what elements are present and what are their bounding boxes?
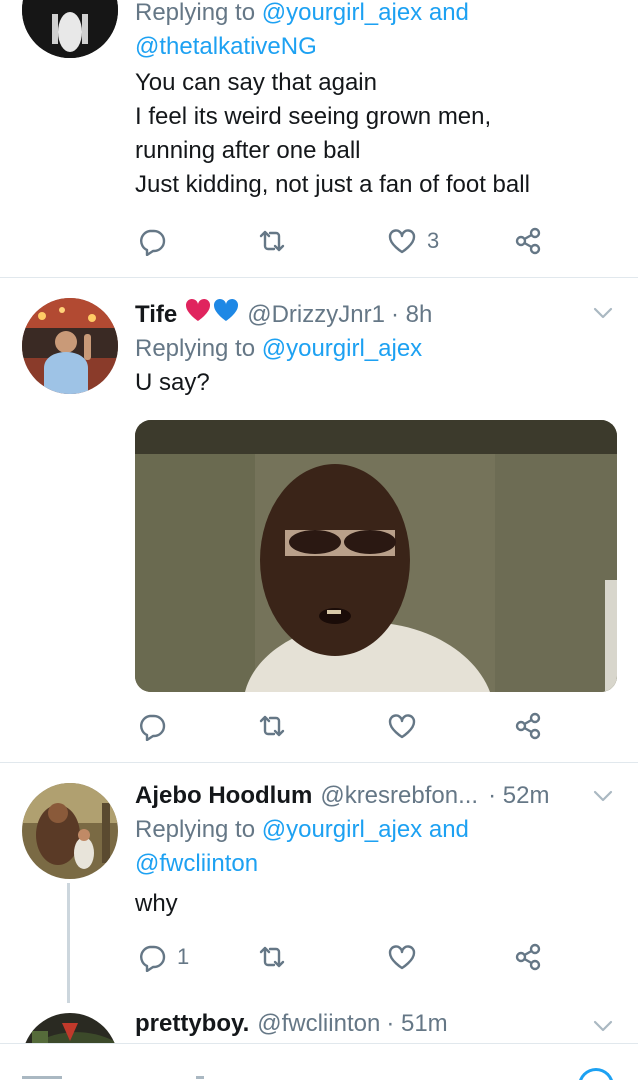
retweet-icon	[259, 715, 285, 737]
tweet-card[interactable]: Replying to @yourgirl_ajex and @thetalka…	[0, 0, 638, 278]
mention-link[interactable]: @yourgirl_ajex	[262, 816, 422, 843]
like-button[interactable]: 3	[387, 224, 439, 258]
blue-heart-emoji	[213, 298, 239, 322]
chevron-down-icon	[593, 307, 613, 319]
compose-bar-hint	[22, 1076, 62, 1079]
share-button[interactable]	[513, 940, 543, 974]
tweet-card[interactable]: prettyboy. @fwcliinton · 51m	[0, 1003, 638, 1043]
retweet-button[interactable]	[257, 940, 287, 974]
share-button[interactable]	[513, 709, 543, 743]
tweet-text-line: running after one ball	[135, 137, 361, 164]
mention-link[interactable]: @thetalkativeNG	[135, 30, 618, 64]
timestamp[interactable]: · 52m	[488, 779, 549, 813]
share-icon	[515, 712, 541, 740]
like-count: 3	[427, 228, 440, 253]
reply-icon	[140, 945, 166, 972]
avatar[interactable]	[22, 1013, 118, 1043]
replying-to: Replying to @yourgirl_ajex and	[135, 0, 618, 30]
like-button[interactable]	[387, 709, 417, 743]
heart-icon	[388, 945, 416, 970]
tweet-content: Replying to @yourgirl_ajex and @thetalka…	[135, 0, 618, 202]
avatar[interactable]	[22, 298, 118, 394]
timestamp[interactable]: · 8h	[391, 298, 432, 332]
username[interactable]: @DrizzyJnr1	[247, 298, 385, 332]
reply-prefix: Replying to	[135, 0, 256, 26]
heart-icon	[388, 714, 416, 739]
share-icon	[515, 227, 541, 255]
reply-icon	[140, 229, 166, 256]
thread-line	[67, 883, 70, 1003]
display-name[interactable]: Tife	[135, 298, 177, 332]
tweet-header: Tife @DrizzyJnr1 · 8h	[135, 298, 618, 332]
chevron-down-icon	[593, 790, 613, 802]
tweet-content: prettyboy. @fwcliinton · 51m	[135, 1007, 618, 1041]
retweet-button[interactable]	[257, 709, 287, 743]
tweet-content: Tife @DrizzyJnr1 · 8h Replying to @yourg…	[135, 298, 618, 400]
share-button[interactable]	[513, 224, 543, 258]
username[interactable]: @kresrebfon...	[320, 779, 478, 813]
avatar[interactable]	[22, 0, 118, 58]
retweet-icon	[259, 946, 285, 968]
display-name[interactable]: prettyboy.	[135, 1007, 249, 1041]
reply-button[interactable]: 1	[137, 940, 189, 974]
reply-and: and	[428, 0, 469, 26]
tweet-text-line: why	[135, 890, 178, 917]
more-button[interactable]	[592, 785, 614, 807]
tweet-text-line: U say?	[135, 369, 210, 396]
tweet-card[interactable]: Tife @DrizzyJnr1 · 8h Replying to @yourg…	[0, 278, 638, 762]
replying-to: Replying to @yourgirl_ajex and	[135, 813, 618, 847]
tweet-card[interactable]: Ajebo Hoodlum @kresrebfon... · 52m Reply…	[0, 763, 638, 1003]
reply-prefix: Replying to	[135, 816, 256, 843]
gif-button[interactable]	[578, 1068, 614, 1080]
more-button[interactable]	[592, 302, 614, 324]
timestamp[interactable]: · 51m	[386, 1007, 447, 1041]
reply-prefix: Replying to	[135, 335, 256, 362]
bottom-bar	[0, 1043, 638, 1080]
media-image[interactable]	[135, 420, 617, 692]
mention-link[interactable]: @fwcliinton	[135, 847, 618, 881]
mention-link[interactable]: @yourgirl_ajex	[262, 335, 422, 362]
avatar[interactable]	[22, 783, 118, 879]
more-button[interactable]	[592, 1015, 614, 1037]
tweet-actions	[135, 709, 565, 743]
tweet-text-line: I feel its weird seeing grown men,	[135, 103, 492, 130]
chevron-down-icon	[593, 1020, 613, 1032]
tweet-content: Ajebo Hoodlum @kresrebfon... · 52m Reply…	[135, 779, 618, 921]
tweet-actions: 3	[135, 224, 565, 258]
reply-button[interactable]	[137, 224, 167, 258]
tweet-text-line: Just kidding, not just a fan of foot bal…	[135, 171, 530, 198]
username[interactable]: @fwcliinton	[257, 1007, 380, 1041]
red-heart-emoji	[185, 298, 211, 322]
mention-link[interactable]: @yourgirl_ajex	[262, 0, 422, 26]
replying-to: Replying to @yourgirl_ajex	[135, 332, 618, 366]
reply-icon	[140, 714, 166, 741]
reply-count: 1	[177, 944, 190, 969]
share-icon	[515, 943, 541, 971]
heart-icon	[388, 229, 416, 254]
tweet-actions: 1	[135, 940, 565, 974]
retweet-button[interactable]	[257, 224, 287, 258]
compose-bar-dot	[196, 1076, 204, 1079]
display-name[interactable]: Ajebo Hoodlum	[135, 779, 312, 813]
tweet-header: prettyboy. @fwcliinton · 51m	[135, 1007, 618, 1041]
like-button[interactable]	[387, 940, 417, 974]
tweet-text-line: You can say that again	[135, 69, 377, 96]
tweet-header: Ajebo Hoodlum @kresrebfon... · 52m	[135, 779, 618, 813]
reply-and: and	[428, 816, 469, 843]
reply-button[interactable]	[137, 709, 167, 743]
retweet-icon	[259, 230, 285, 252]
